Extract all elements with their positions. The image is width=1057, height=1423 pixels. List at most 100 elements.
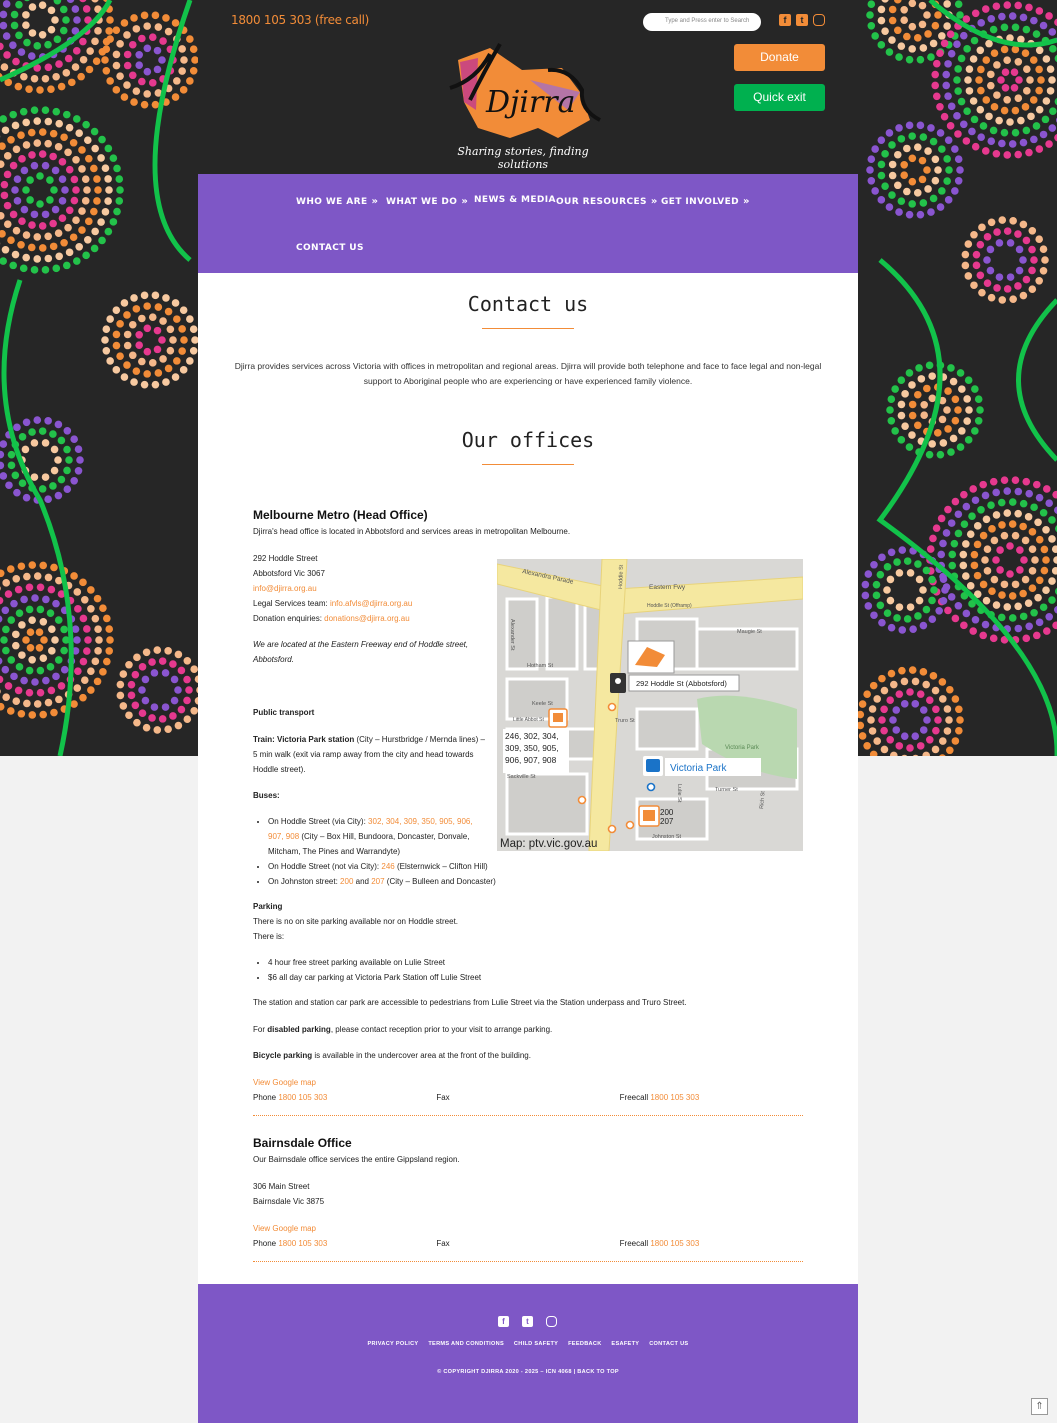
text-bold: disabled parking [267, 1025, 331, 1034]
train-label: Train: Victoria Park station [253, 735, 355, 744]
map-station-label: Victoria Park [670, 763, 728, 774]
map-street-label: Hotham St [527, 663, 553, 669]
address-line: Bairnsdale Vic 3875 [253, 1197, 325, 1206]
nav-news-media[interactable]: NEWS & MEDIA [474, 195, 556, 205]
map-street-label: Sackville St [507, 774, 536, 780]
back-to-top-icon[interactable]: ⇑ [1031, 1398, 1048, 1415]
footer-link-feedback[interactable]: FEEDBACK [568, 1341, 601, 1347]
nav-what-we-do[interactable]: WHAT WE DO» [386, 196, 468, 207]
fax-cell: Fax [436, 1239, 450, 1248]
footer-links: PRIVACY POLICY TERMS AND CONDITIONS CHIL… [198, 1341, 858, 1347]
parking-heading: Parking [253, 902, 283, 911]
bus-route-link[interactable]: 246 [381, 862, 394, 871]
nav-contact-us[interactable]: CONTACT US [296, 243, 364, 253]
location-note: We are located at the Eastern Freeway en… [253, 640, 469, 664]
footer-link-contact[interactable]: CONTACT US [649, 1341, 688, 1347]
bus-route-link[interactable]: 207 [371, 877, 384, 886]
map-bus-200: 200 [660, 808, 674, 817]
nav-label: CONTACT US [296, 243, 364, 253]
chevron-down-icon: » [371, 196, 379, 207]
legal-email-link[interactable]: info.afvls@djirra.org.au [330, 599, 412, 608]
map-street-label: Hoddle St (Offramp) [647, 603, 692, 609]
quick-exit-button[interactable]: Quick exit [734, 84, 825, 111]
text-bold: Bicycle parking [253, 1051, 313, 1060]
chevron-down-icon: » [461, 196, 469, 207]
footer-link-child-safety[interactable]: CHILD SAFETY [514, 1341, 558, 1347]
facebook-icon[interactable]: f [779, 14, 791, 26]
footer-social: f t [498, 1316, 557, 1327]
page-title: Contact us [467, 292, 589, 316]
map-street-label: Johnston St [652, 834, 682, 840]
site-header: 1800 105 303 (free call) Type and Press … [198, 0, 858, 174]
map-street-label: Lulie St [676, 784, 682, 803]
disabled-parking-note: For disabled parking, please contact rec… [253, 1022, 803, 1037]
bus-desc: (Elsternwick – Clifton Hill) [394, 862, 488, 871]
map-street-label: Alexander St [509, 619, 515, 651]
tagline: Sharing stories, finding solutions [457, 145, 589, 171]
bus-label: On Hoddle Street (via City): [268, 817, 369, 826]
text: is available in the undercover area at t… [312, 1051, 531, 1060]
bus-label: On Johnston street: [268, 877, 341, 886]
nav-get-involved[interactable]: GET INVOLVED» [661, 196, 750, 207]
map-street-label: Maugie St [737, 629, 762, 635]
map-street-label: Hoddle St [618, 564, 625, 589]
bus-route-link[interactable]: 200 [340, 877, 353, 886]
nav-who-we-are[interactable]: WHO WE ARE» [296, 196, 378, 207]
office-heading: Bairnsdale Office [253, 1136, 352, 1150]
fax-cell: Fax [436, 1093, 450, 1102]
google-map-link[interactable]: View Google map [253, 1224, 316, 1233]
contact-row: Phone 1800 105 303 Fax Freecall 1800 105… [253, 1236, 803, 1262]
facebook-icon[interactable]: f [498, 1316, 509, 1327]
page-container: 1800 105 303 (free call) Type and Press … [198, 0, 858, 1423]
twitter-icon[interactable]: t [522, 1316, 533, 1327]
email-link[interactable]: info@djirra.org.au [253, 584, 317, 593]
list-item: $6 all day car parking at Victoria Park … [268, 970, 803, 985]
chevron-down-icon: » [743, 196, 750, 207]
copyright: © COPYRIGHT DJIRRA 2020 - 2025 – ICN 406… [437, 1369, 619, 1375]
footer-link-privacy[interactable]: PRIVACY POLICY [368, 1341, 419, 1347]
bus-desc: (City – Bulleen and Doncaster) [384, 877, 496, 886]
bus-desc: (City – Box Hill, Bundoora, Doncaster, D… [268, 832, 470, 856]
donation-email-link[interactable]: donations@djirra.org.au [324, 614, 410, 623]
header-social: f t [779, 14, 825, 26]
phone-label: Phone [253, 1239, 279, 1248]
offices-title: Our offices [461, 428, 595, 452]
google-map-link[interactable]: View Google map [253, 1078, 316, 1087]
office-description: Our Bairnsdale office services the entir… [253, 1155, 460, 1164]
list-item: On Hoddle Street (not via City): 246 (El… [268, 859, 803, 874]
instagram-icon[interactable] [813, 14, 825, 26]
title-underline [482, 328, 574, 329]
logo-wordmark: Djirra [485, 85, 576, 120]
freecall-link[interactable]: 1800 105 303 [650, 1239, 699, 1248]
footer-link-terms[interactable]: TERMS AND CONDITIONS [428, 1341, 504, 1347]
list-item: On Hoddle Street (via City): 302, 304, 3… [268, 814, 488, 859]
location-map[interactable]: Victoria Park Alexandra Parade Eastern F… [497, 559, 803, 851]
donate-button[interactable]: Donate [734, 44, 825, 71]
map-street-label: Little Abbot St [513, 717, 544, 723]
instagram-icon[interactable] [546, 1316, 557, 1327]
intro-text: Djirra provides services across Victoria… [234, 361, 822, 386]
nav-label: GET INVOLVED [661, 197, 740, 207]
map-street-label: Truro St [615, 718, 635, 724]
nav-label: WHAT WE DO [386, 197, 458, 207]
footer-link-esafety[interactable]: ESAFETY [611, 1341, 639, 1347]
donation-label: Donation enquiries: [253, 614, 325, 623]
station-note: The station and station car park are acc… [253, 998, 687, 1007]
phone-cell: Phone 1800 105 303 [253, 1236, 436, 1251]
freecall-link[interactable]: 1800 105 303 [650, 1093, 699, 1102]
search-input[interactable]: Type and Press enter to Search [643, 13, 761, 31]
freecall-label: Freecall [619, 1093, 651, 1102]
header-phone[interactable]: 1800 105 303 (free call) [231, 13, 369, 27]
map-bus-routes: 246, 302, 304, 309, 350, 905, 906, 907, … [505, 731, 559, 765]
map-street-label: Turner St [715, 787, 738, 793]
phone-link[interactable]: 1800 105 303 [278, 1093, 327, 1102]
office-description: Djirra's head office is located in Abbot… [253, 527, 571, 536]
map-street-label: Keele St [532, 701, 553, 707]
phone-link[interactable]: 1800 105 303 [278, 1239, 327, 1248]
offices-underline [482, 464, 574, 465]
address-line: 306 Main Street [253, 1182, 310, 1191]
twitter-icon[interactable]: t [796, 14, 808, 26]
nav-our-resources[interactable]: OUR RESOURCES» [556, 196, 658, 207]
parking-text: There is no on site parking available no… [253, 917, 459, 926]
nav-label: NEWS & MEDIA [474, 195, 556, 205]
